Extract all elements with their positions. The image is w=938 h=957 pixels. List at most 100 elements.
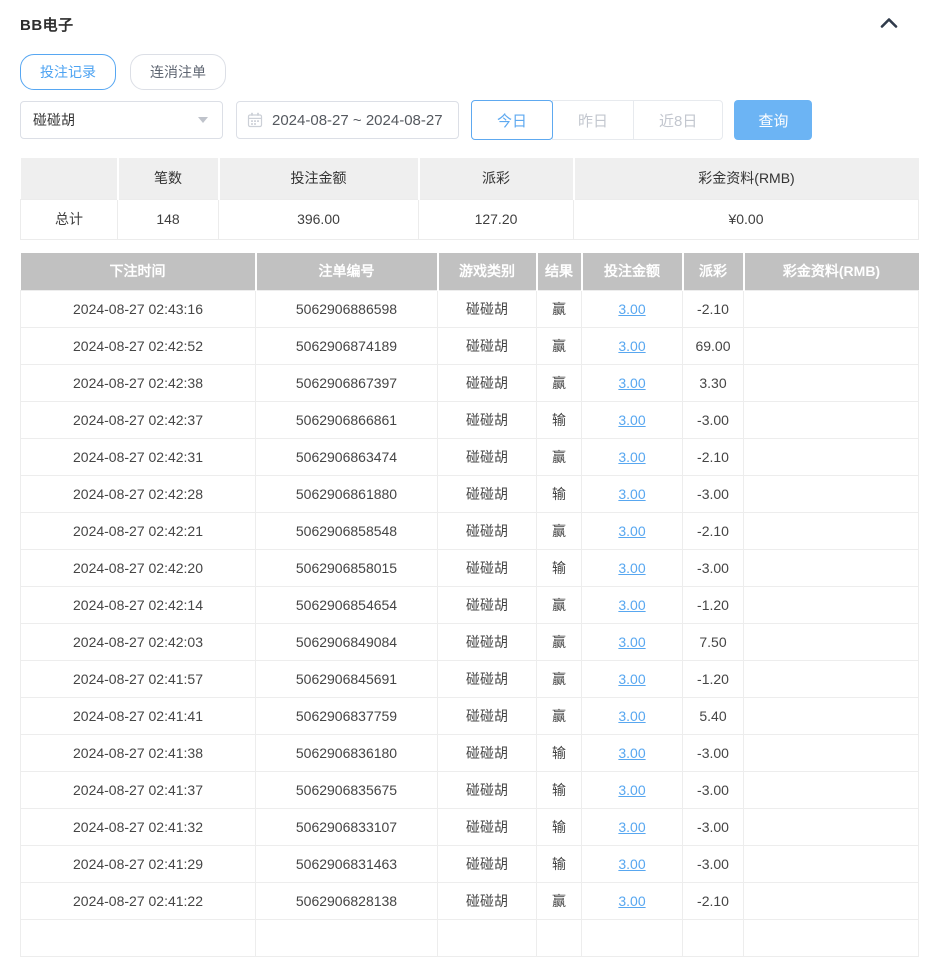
cell-game-type: 碰碰胡: [438, 698, 537, 735]
cell-payout: -2.10: [683, 439, 744, 476]
bet-amount-link[interactable]: 3.00: [618, 301, 645, 317]
bet-amount-link[interactable]: 3.00: [618, 708, 645, 724]
chevron-down-icon: [198, 117, 208, 123]
cell-payout: -2.10: [683, 291, 744, 328]
cell-order-id: 5062906828138: [256, 883, 438, 920]
cell-payout: -3.00: [683, 550, 744, 587]
cell-bet-time: 2024-08-27 02:42:31: [21, 439, 256, 476]
table-row: 2024-08-27 02:41:295062906831463碰碰胡输3.00…: [21, 846, 919, 883]
cell-bonus: [744, 698, 919, 735]
table-row: 2024-08-27 02:42:385062906867397碰碰胡赢3.00…: [21, 365, 919, 402]
cell-bet-time: 2024-08-27 02:42:21: [21, 513, 256, 550]
bet-amount-link[interactable]: 3.00: [618, 560, 645, 576]
cell-bet-amount: 3.00: [582, 365, 683, 402]
cell-result: 赢: [537, 883, 582, 920]
topbar: BB电子: [20, 12, 918, 36]
cell-bet-time: 2024-08-27 02:41:41: [21, 698, 256, 735]
cell-payout: -3.00: [683, 846, 744, 883]
cell-result: 输: [537, 735, 582, 772]
col-bonus: 彩金资料(RMB): [744, 253, 919, 291]
cell-bet-time: 2024-08-27 02:42:37: [21, 402, 256, 439]
cell-game-type: 碰碰胡: [438, 883, 537, 920]
cell-game-type: 碰碰胡: [438, 328, 537, 365]
table-row: 2024-08-27 02:41:325062906833107碰碰胡输3.00…: [21, 809, 919, 846]
bet-amount-link[interactable]: 3.00: [618, 375, 645, 391]
col-game-type: 游戏类别: [438, 253, 537, 291]
bet-amount-link[interactable]: 3.00: [618, 634, 645, 650]
quick-range-last8days[interactable]: 近8日: [633, 100, 723, 140]
cell-bet-amount: 3.00: [582, 661, 683, 698]
cell-order-id: 5062906831463: [256, 846, 438, 883]
cell-bonus: [744, 439, 919, 476]
cell-payout: -1.20: [683, 661, 744, 698]
cell-bonus: [744, 809, 919, 846]
summary-total-bonus: ¥0.00: [574, 199, 919, 239]
cell-order-id: 5062906845691: [256, 661, 438, 698]
summary-header-count: 笔数: [118, 158, 219, 199]
bet-amount-link[interactable]: 3.00: [618, 782, 645, 798]
col-payout: 派彩: [683, 253, 744, 291]
cell-order-id: 5062906835675: [256, 772, 438, 809]
cell-order-id: 5062906867397: [256, 365, 438, 402]
cell-payout: -2.10: [683, 883, 744, 920]
cell-order-id: 5062906833107: [256, 809, 438, 846]
collapse-panel-button[interactable]: [874, 15, 904, 34]
summary-total-payout: 127.20: [419, 199, 574, 239]
cell-bet-amount: 3.00: [582, 735, 683, 772]
summary-total-bet-amount: 396.00: [219, 199, 419, 239]
cell-bonus: [744, 291, 919, 328]
summary-header-empty: [21, 158, 118, 199]
chevron-up-icon: [880, 17, 898, 32]
summary-total-label: 总计: [21, 199, 118, 239]
tab-label: 连消注单: [150, 62, 206, 82]
filter-controls: 碰碰胡 2024-08-27 ~ 2024-08-27: [20, 100, 918, 140]
cell-bonus: [744, 328, 919, 365]
bet-amount-link[interactable]: 3.00: [618, 412, 645, 428]
cell-result: 赢: [537, 365, 582, 402]
table-row: 2024-08-27 02:41:575062906845691碰碰胡赢3.00…: [21, 661, 919, 698]
cell-empty: [537, 920, 582, 957]
bet-table-header-row: 下注时间 注单编号 游戏类别 结果 投注金额 派彩 彩金资料(RMB): [21, 253, 919, 291]
cell-bet-time: 2024-08-27 02:41:38: [21, 735, 256, 772]
cell-bet-time: 2024-08-27 02:41:22: [21, 883, 256, 920]
quick-range-yesterday[interactable]: 昨日: [552, 100, 634, 140]
cell-order-id: 5062906858015: [256, 550, 438, 587]
cell-payout: -3.00: [683, 772, 744, 809]
bet-amount-link[interactable]: 3.00: [618, 893, 645, 909]
cell-bonus: [744, 846, 919, 883]
bet-amount-link[interactable]: 3.00: [618, 745, 645, 761]
cell-bet-amount: 3.00: [582, 550, 683, 587]
cell-bonus: [744, 513, 919, 550]
cell-order-id: 5062906858548: [256, 513, 438, 550]
bet-amount-link[interactable]: 3.00: [618, 523, 645, 539]
summary-total-row: 总计 148 396.00 127.20 ¥0.00: [21, 199, 919, 239]
cell-bet-amount: 3.00: [582, 439, 683, 476]
quick-range-label: 昨日: [578, 110, 608, 131]
bet-amount-link[interactable]: 3.00: [618, 449, 645, 465]
bet-amount-link[interactable]: 3.00: [618, 338, 645, 354]
game-type-select[interactable]: 碰碰胡: [20, 101, 223, 139]
cell-payout: -3.00: [683, 402, 744, 439]
bet-amount-link[interactable]: 3.00: [618, 597, 645, 613]
col-order-id: 注单编号: [256, 253, 438, 291]
bet-amount-link[interactable]: 3.00: [618, 671, 645, 687]
bet-amount-link[interactable]: 3.00: [618, 856, 645, 872]
query-button[interactable]: 查询: [734, 100, 812, 140]
tab-betting-records[interactable]: 投注记录: [20, 54, 116, 90]
cell-result: 输: [537, 476, 582, 513]
cell-bonus: [744, 883, 919, 920]
quick-range-today[interactable]: 今日: [471, 100, 553, 140]
bet-amount-link[interactable]: 3.00: [618, 486, 645, 502]
cell-bet-time: 2024-08-27 02:42:14: [21, 587, 256, 624]
cell-order-id: 5062906836180: [256, 735, 438, 772]
bet-table-body: 2024-08-27 02:43:165062906886598碰碰胡赢3.00…: [21, 291, 919, 957]
col-result: 结果: [537, 253, 582, 291]
calendar-icon: [247, 112, 263, 128]
tab-cancelled-orders[interactable]: 连消注单: [130, 54, 226, 90]
cell-result: 赢: [537, 513, 582, 550]
table-row: 2024-08-27 02:41:415062906837759碰碰胡赢3.00…: [21, 698, 919, 735]
date-range-picker[interactable]: 2024-08-27 ~ 2024-08-27: [236, 101, 459, 139]
cell-order-id: 5062906874189: [256, 328, 438, 365]
cell-bet-time: 2024-08-27 02:42:38: [21, 365, 256, 402]
bet-amount-link[interactable]: 3.00: [618, 819, 645, 835]
